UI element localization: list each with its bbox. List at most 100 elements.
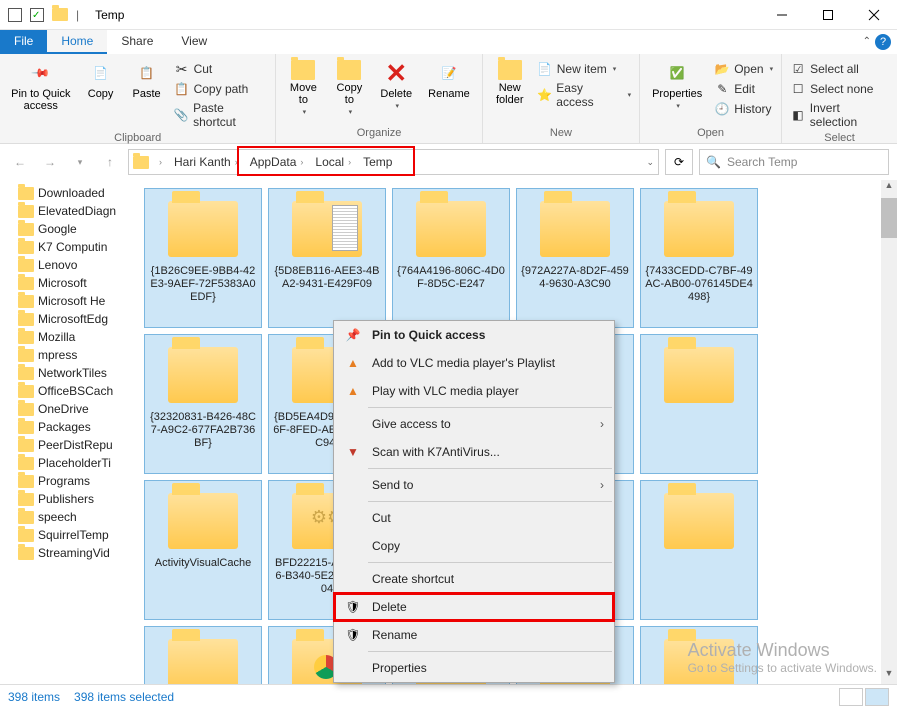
refresh-button[interactable]: ⟳ [665, 149, 693, 175]
edit-button[interactable]: ✎Edit [712, 80, 775, 98]
tree-node[interactable]: Publishers [18, 490, 136, 508]
breadcrumb-0[interactable]: Hari Kanth› [168, 155, 244, 169]
tree-label: NetworkTiles [38, 366, 107, 380]
tree-node[interactable]: Microsoft [18, 274, 136, 292]
folder-large-icon [664, 201, 734, 257]
tab-share[interactable]: Share [107, 30, 167, 54]
invert-selection-button[interactable]: ◧Invert selection [788, 100, 891, 130]
ctx-delete[interactable]: 🛡Delete [334, 593, 614, 621]
tree-node[interactable]: PlaceholderTi [18, 454, 136, 472]
address-dropdown-icon[interactable]: ⌄ [646, 157, 654, 168]
recent-button[interactable]: ▾ [68, 150, 92, 174]
ctx-pin[interactable]: 📌Pin to Quick access [334, 321, 614, 349]
pin-label: Pin to Quick access [11, 88, 70, 112]
tree-node[interactable]: Programs [18, 472, 136, 490]
open-button[interactable]: 📂Open [712, 60, 775, 78]
history-button[interactable]: 🕘History [712, 100, 775, 118]
qat-checkbox-2[interactable] [30, 8, 44, 22]
tree-label: Google [38, 222, 77, 236]
tree-node[interactable]: mpress [18, 346, 136, 364]
tree-node[interactable]: OneDrive [18, 400, 136, 418]
tree-node[interactable]: K7 Computin [18, 238, 136, 256]
paste-shortcut-button[interactable]: 📎Paste shortcut [172, 100, 270, 130]
file-item[interactable] [640, 480, 758, 620]
file-item[interactable]: {32320831-B426-48C7-A9C2-677FA2B736BF} [144, 334, 262, 474]
new-item-button[interactable]: 📄New item [535, 60, 633, 78]
cut-button[interactable]: ✂Cut [172, 60, 270, 78]
help-icon[interactable]: ? [875, 34, 891, 50]
address-box[interactable]: › Hari Kanth› AppData› Local› Temp ⌄ [128, 149, 659, 175]
file-item[interactable]: {7433CEDD-C7BF-49AC-AB00-076145DE4498} [640, 188, 758, 328]
tree-node[interactable]: Mozilla [18, 328, 136, 346]
ctx-vlc-play[interactable]: ▲Play with VLC media player [334, 377, 614, 405]
tab-view[interactable]: View [167, 30, 221, 54]
tree-node[interactable]: StreamingVid [18, 544, 136, 562]
delete-button[interactable]: ✕Delete [374, 56, 418, 114]
paste-button[interactable]: 📋 Paste [126, 56, 168, 104]
tree-node[interactable]: speech [18, 508, 136, 526]
file-item[interactable] [640, 334, 758, 474]
tree-node[interactable]: Packages [18, 418, 136, 436]
ctx-give-access[interactable]: Give access to› [334, 410, 614, 438]
breadcrumb-1[interactable]: AppData› [244, 155, 310, 169]
back-button[interactable]: ← [8, 150, 32, 174]
rename-button[interactable]: 📝Rename [422, 56, 476, 104]
tree-node[interactable]: Google [18, 220, 136, 238]
tree-node[interactable]: Lenovo [18, 256, 136, 274]
view-details-button[interactable] [839, 688, 863, 706]
tree-node[interactable]: NetworkTiles [18, 364, 136, 382]
close-button[interactable] [851, 0, 897, 30]
crumb-sep0[interactable]: › [153, 157, 168, 167]
ctx-vlc-add[interactable]: ▲Add to VLC media player's Playlist [334, 349, 614, 377]
file-item[interactable] [144, 626, 262, 684]
scroll-thumb[interactable] [881, 198, 897, 238]
pin-to-quick-access-button[interactable]: 📌 Pin to Quick access [6, 56, 76, 116]
ctx-cut[interactable]: Cut [334, 504, 614, 532]
search-input[interactable]: 🔍 Search Temp [699, 149, 889, 175]
file-item[interactable]: {764A4196-806C-4D0F-8D5C-E247 [392, 188, 510, 328]
tree-node[interactable]: Microsoft He [18, 292, 136, 310]
nav-tree[interactable]: DownloadedElevatedDiagn Google K7 Computin… [0, 180, 136, 684]
properties-button[interactable]: ✅Properties [646, 56, 708, 114]
new-folder-button[interactable]: New folder [489, 56, 531, 110]
copy-path-button[interactable]: 📋Copy path [172, 80, 270, 98]
ctx-k7-scan[interactable]: ▼Scan with K7AntiVirus... [334, 438, 614, 466]
view-icons-button[interactable] [865, 688, 889, 706]
file-item[interactable]: {1B26C9EE-9BB4-42E3-9AEF-72F5383A0EDF} [144, 188, 262, 328]
tree-node[interactable]: MicrosoftEdg [18, 310, 136, 328]
file-item[interactable]: ActivityVisualCache [144, 480, 262, 620]
ctx-send-to[interactable]: Send to› [334, 471, 614, 499]
tree-node[interactable]: Downloaded [18, 184, 136, 202]
maximize-button[interactable] [805, 0, 851, 30]
ribbon-expand-icon[interactable]: ⌃ [863, 36, 871, 47]
scrollbar[interactable]: ▲ ▼ [881, 180, 897, 684]
ctx-copy[interactable]: Copy [334, 532, 614, 560]
tree-node[interactable]: ElevatedDiagn [18, 202, 136, 220]
copy-to-button[interactable]: Copy to [328, 56, 370, 120]
scroll-up-icon[interactable]: ▲ [881, 180, 897, 196]
tree-node[interactable]: PeerDistRepu [18, 436, 136, 454]
ctx-rename[interactable]: 🛡Rename [334, 621, 614, 649]
ctx-properties[interactable]: Properties [334, 654, 614, 682]
minimize-button[interactable] [759, 0, 805, 30]
submenu-arrow-icon: › [600, 417, 604, 431]
forward-button[interactable]: → [38, 150, 62, 174]
folder-icon [18, 511, 34, 524]
breadcrumb-3[interactable]: Temp [357, 155, 398, 169]
tree-node[interactable]: SquirrelTemp [18, 526, 136, 544]
tab-file[interactable]: File [0, 30, 47, 54]
breadcrumb-2[interactable]: Local› [309, 155, 357, 169]
move-to-button[interactable]: Move to [282, 56, 324, 120]
copy-button[interactable]: 📄 Copy [80, 56, 122, 104]
ctx-create-shortcut[interactable]: Create shortcut [334, 565, 614, 593]
tree-node[interactable]: OfficeBSCach [18, 382, 136, 400]
tab-home[interactable]: Home [47, 30, 107, 54]
easy-access-button[interactable]: ⭐Easy access [535, 80, 633, 110]
select-none-button[interactable]: ☐Select none [788, 80, 891, 98]
select-all-button[interactable]: ☑Select all [788, 60, 891, 78]
file-item[interactable]: {5D8EB116-AEE3-4BA2-9431-E429F09 [268, 188, 386, 328]
file-item[interactable]: {972A227A-8D2F-4594-9630-A3C90 [516, 188, 634, 328]
scroll-down-icon[interactable]: ▼ [881, 668, 897, 684]
qat-checkbox-1[interactable] [8, 8, 22, 22]
up-button[interactable]: ↑ [98, 150, 122, 174]
